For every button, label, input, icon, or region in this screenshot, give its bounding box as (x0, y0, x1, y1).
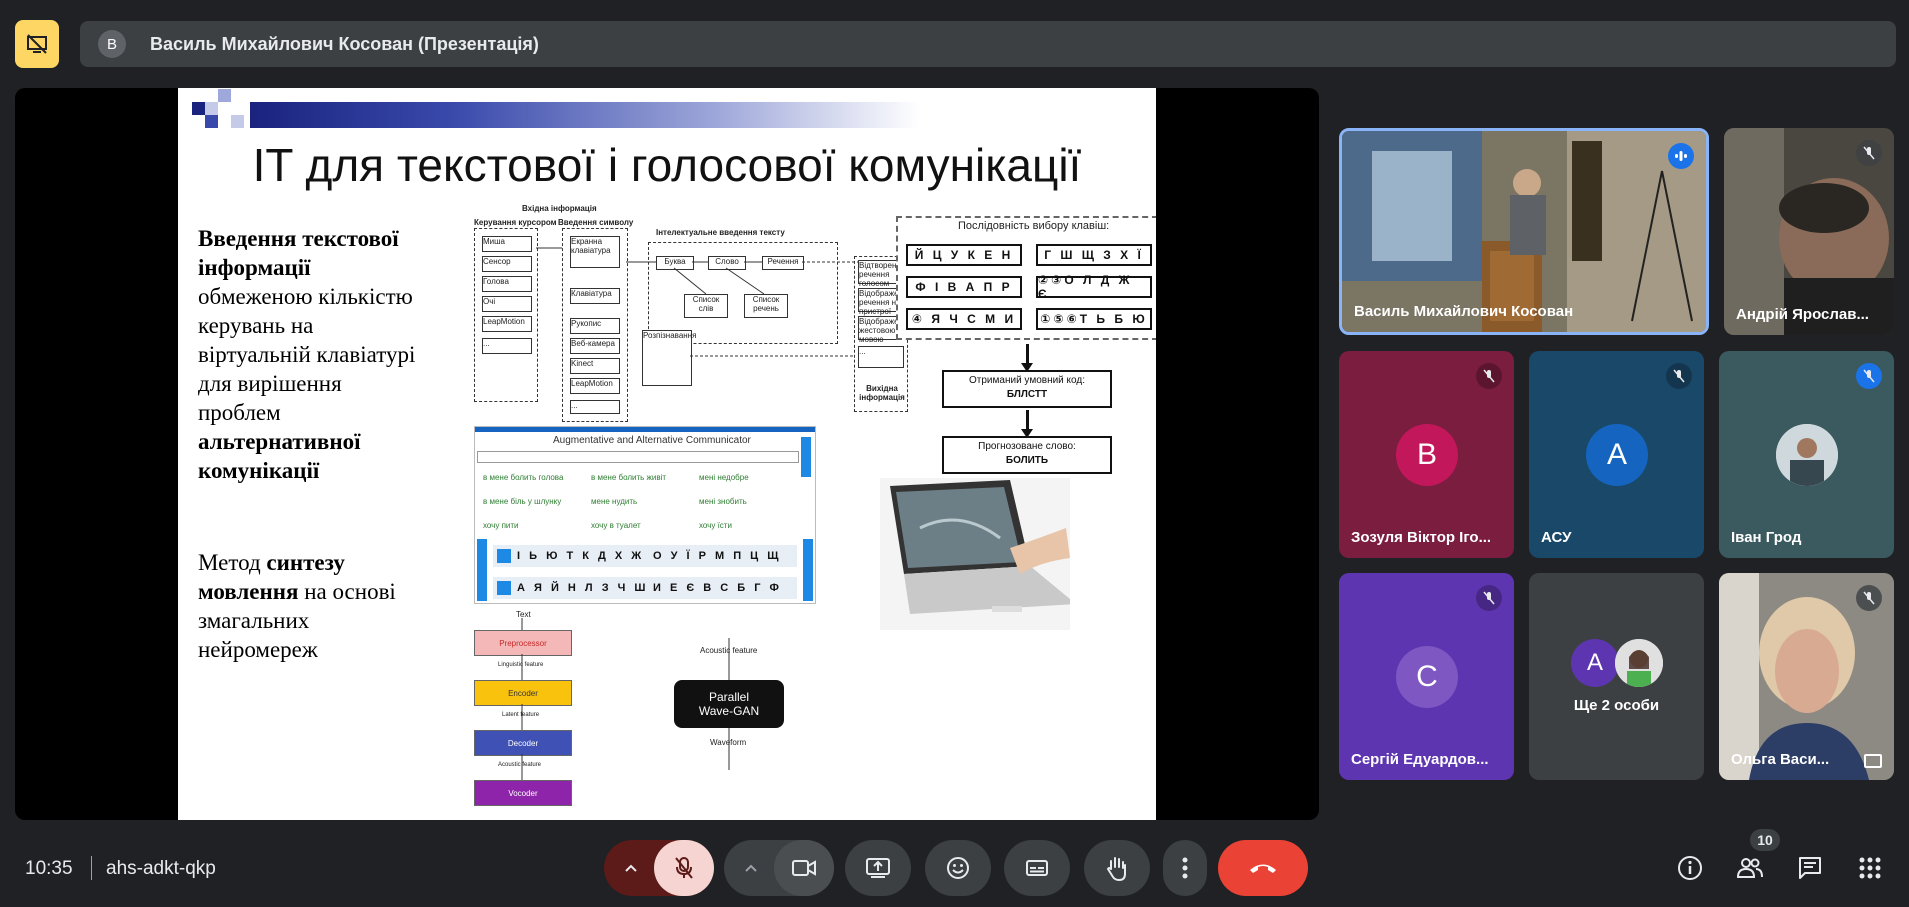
end-call-button[interactable] (1218, 840, 1308, 896)
mic-off-icon (1476, 585, 1502, 611)
divider (91, 856, 92, 880)
more-vert-icon (1182, 857, 1188, 879)
participant-name: Андрій Ярослав... (1736, 306, 1869, 323)
mic-toggle-button[interactable] (654, 840, 714, 896)
participant-avatar: В (1396, 424, 1458, 486)
mic-off-icon (1476, 363, 1502, 389)
captions-button[interactable] (1004, 840, 1070, 896)
people-button[interactable] (1734, 852, 1766, 884)
participant-count-badge: 10 (1750, 829, 1780, 851)
apps-grid-icon (1859, 857, 1881, 879)
people-icon (1736, 858, 1763, 878)
chevron-up-icon (625, 864, 637, 872)
mic-off-icon (1856, 363, 1882, 389)
participant-avatar-photo (1615, 639, 1663, 687)
participant-tile[interactable]: С Сергій Едуардов... (1339, 573, 1514, 780)
info-icon (1678, 856, 1702, 880)
raise-hand-button[interactable] (1084, 840, 1150, 896)
chat-icon (1799, 857, 1821, 879)
camera-toggle-button[interactable] (774, 840, 834, 896)
more-participants-label: Ще 2 особи (1573, 697, 1660, 714)
presenter-title: Василь Михайлович Косован (Презентація) (150, 33, 539, 54)
mic-off-icon (675, 857, 693, 879)
mic-off-icon (1666, 363, 1692, 389)
chevron-up-icon (745, 864, 757, 872)
slide: IT для текстової і голосової комунікації… (178, 88, 1156, 820)
meeting-info-button[interactable] (1674, 852, 1706, 884)
more-options-button[interactable] (1163, 840, 1207, 896)
hand-icon (1106, 857, 1126, 881)
participant-tile[interactable]: А АСУ (1529, 351, 1704, 558)
audio-options-button[interactable] (604, 840, 658, 896)
participant-name: АСУ (1541, 529, 1572, 546)
participant-tile[interactable]: Іван Грод (1719, 351, 1894, 558)
nn-waveform-label: Waveform (710, 738, 747, 747)
participant-name: Зозуля Віктор Іго... (1351, 529, 1492, 546)
chat-button[interactable] (1794, 852, 1826, 884)
participant-tile[interactable]: В Зозуля Віктор Іго... (1339, 351, 1514, 558)
emoji-icon (947, 857, 969, 879)
reactions-button[interactable] (925, 840, 991, 896)
more-participants-tile[interactable]: А Ще 2 особи (1529, 573, 1704, 780)
video-camera-icon (792, 860, 816, 876)
presenter-avatar: В (98, 30, 126, 58)
participant-name: Сергій Едуардов... (1351, 751, 1489, 768)
participant-avatar: С (1396, 646, 1458, 708)
present-screen-icon (866, 858, 890, 878)
presentation-off-icon (27, 34, 47, 54)
meeting-code: ahs-adkt-qkp (106, 858, 216, 879)
participant-tile[interactable]: Андрій Ярослав... (1724, 128, 1894, 335)
present-screen-button[interactable] (845, 840, 911, 896)
participant-avatar: А (1571, 639, 1619, 687)
participant-tile[interactable]: Ольга Васи... (1719, 573, 1894, 780)
captions-icon (1026, 860, 1048, 876)
participant-name: Василь Михайлович Косован (1354, 303, 1574, 320)
nn-acoustic-label: Acoustic feature (700, 646, 758, 655)
participant-avatar (1776, 424, 1838, 486)
call-end-icon (1250, 864, 1276, 873)
nn-arrows (521, 618, 730, 780)
activities-button[interactable] (1854, 852, 1886, 884)
participant-tile[interactable]: Василь Михайлович Косован (1339, 128, 1709, 335)
nn-wavegan: Parallel Wave-GAN (674, 680, 784, 728)
video-options-button[interactable] (724, 840, 778, 896)
meeting-time: 10:35 (25, 858, 73, 879)
participant-avatar: А (1586, 424, 1648, 486)
picture-in-picture-icon[interactable] (1864, 754, 1882, 768)
participant-video (1342, 131, 1706, 332)
presenter-title-bar[interactable]: В Василь Михайлович Косован (Презентація… (80, 21, 1896, 67)
participant-name: Іван Грод (1731, 529, 1802, 546)
participant-name: Ольга Васи... (1731, 751, 1830, 768)
speaking-indicator-icon (1668, 143, 1694, 169)
mic-off-icon (1856, 585, 1882, 611)
presentation-icon-button[interactable] (15, 20, 59, 68)
mic-off-icon (1856, 140, 1882, 166)
